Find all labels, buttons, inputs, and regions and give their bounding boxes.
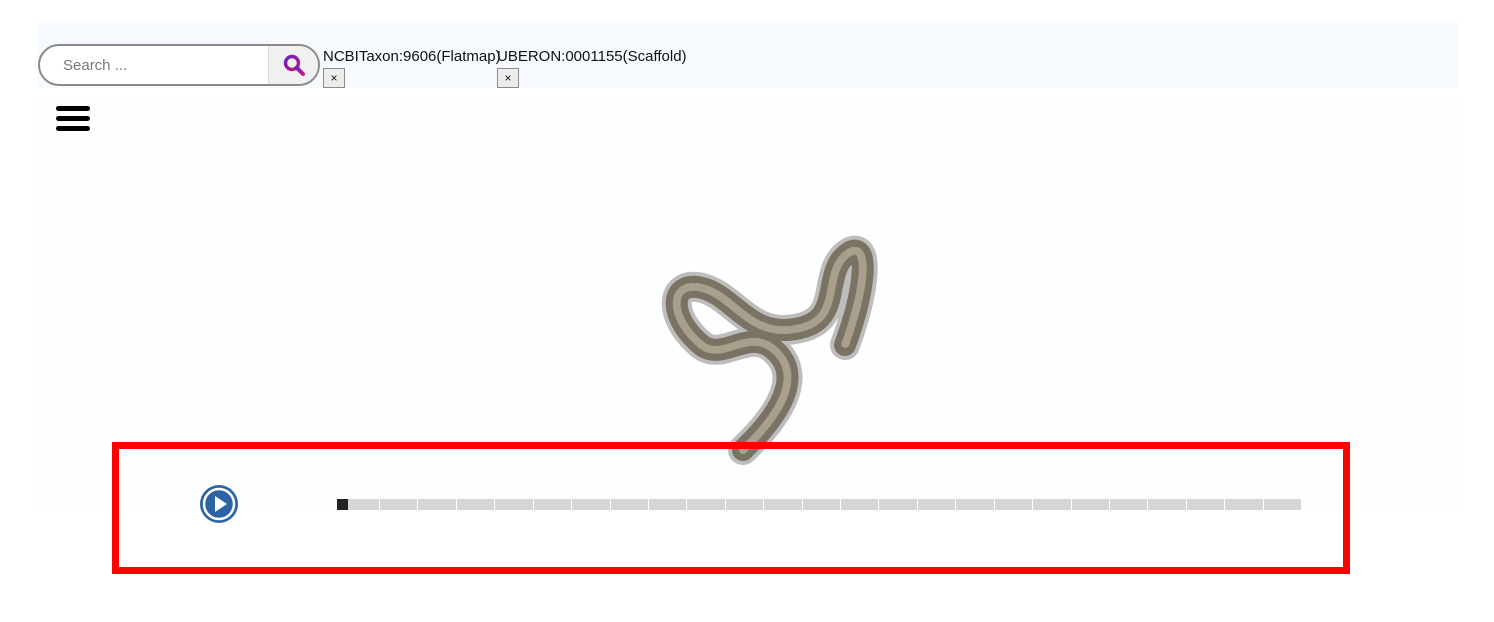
timeline-tick	[417, 499, 418, 510]
timeline-tick	[725, 499, 726, 510]
timeline-tick	[994, 499, 995, 510]
timeline-tick	[1224, 499, 1225, 510]
timeline-tick	[379, 499, 380, 510]
play-button[interactable]	[200, 485, 238, 523]
timeline-tick	[1109, 499, 1110, 510]
timeline-tick	[878, 499, 879, 510]
tag-close-button-scaffold[interactable]: ×	[497, 68, 519, 88]
tag-close-button-flatmap[interactable]: ×	[323, 68, 345, 88]
timeline-tick	[1147, 499, 1148, 510]
timeline-tick	[494, 499, 495, 510]
timeline-tick	[840, 499, 841, 510]
timeline-slider[interactable]	[337, 499, 1301, 510]
timeline-tick	[648, 499, 649, 510]
timeline-tick	[955, 499, 956, 510]
timeline-tick	[1186, 499, 1187, 510]
timeline-tick	[610, 499, 611, 510]
search-icon	[283, 54, 305, 76]
timeline-tick	[686, 499, 687, 510]
search-button[interactable]	[268, 46, 318, 84]
search-box	[38, 44, 320, 86]
tag-label-flatmap: NCBITaxon:9606(Flatmap)	[323, 48, 501, 65]
colon-scaffold-model[interactable]	[640, 230, 900, 465]
timeline-tick	[1032, 499, 1033, 510]
tag-label-scaffold: UBERON:0001155(Scaffold)	[497, 48, 687, 65]
hamburger-menu-icon[interactable]	[56, 104, 92, 134]
timeline-tick	[1071, 499, 1072, 510]
timeline-tick	[571, 499, 572, 510]
timeline-tick	[763, 499, 764, 510]
timeline-tick	[1263, 499, 1264, 510]
search-input[interactable]	[40, 46, 270, 84]
play-icon	[202, 487, 236, 521]
timeline-tick	[533, 499, 534, 510]
timeline-thumb[interactable]	[337, 499, 348, 510]
timeline-tick	[917, 499, 918, 510]
timeline-tick	[802, 499, 803, 510]
timeline-tick	[456, 499, 457, 510]
